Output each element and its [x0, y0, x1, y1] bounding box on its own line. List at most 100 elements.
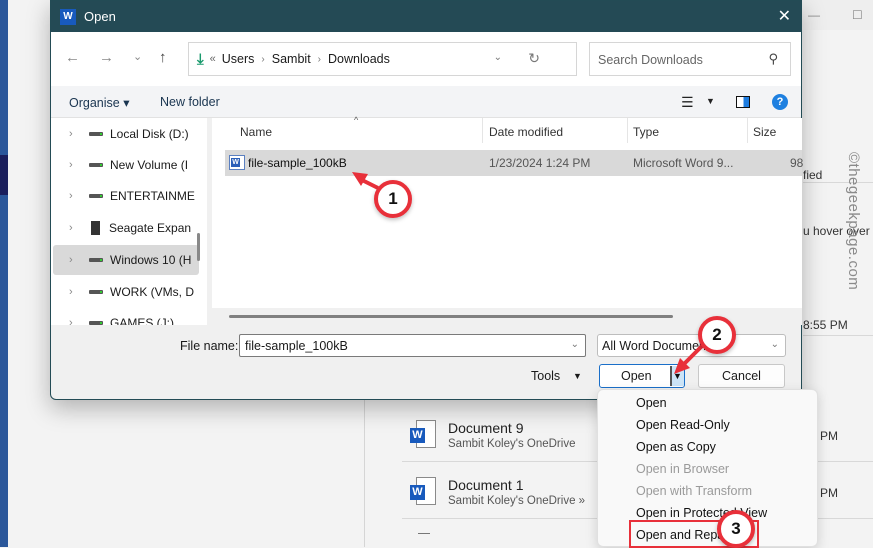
- up-arrow-icon[interactable]: ↑: [159, 49, 167, 66]
- open-button-label: Open: [621, 369, 652, 383]
- word-doc-icon: W: [410, 420, 436, 450]
- word-icon: W: [60, 8, 76, 25]
- organise-menu[interactable]: Organise ▾: [69, 95, 129, 110]
- column-separator[interactable]: [627, 118, 628, 143]
- address-bar[interactable]: ⤓ « Users › Sambit › Downloads ⌄ ↻: [188, 42, 577, 76]
- bg-partial-text: PM: [820, 429, 838, 443]
- navigation-tree: › Local Disk (D:) › New Volume (I › ENTE…: [51, 118, 207, 325]
- back-arrow-icon[interactable]: ←: [65, 49, 80, 66]
- tree-item[interactable]: › GAMES (J:): [53, 308, 199, 325]
- chevron-down-icon[interactable]: ⌄: [571, 339, 579, 350]
- view-options-icon[interactable]: ☰: [681, 94, 694, 111]
- chevron-right-icon: ›: [261, 53, 265, 65]
- open-dropdown-toggle[interactable]: ▼: [670, 366, 684, 386]
- tree-item-label: Local Disk (D:): [110, 127, 189, 141]
- dialog-title: Open: [84, 9, 116, 24]
- overflow-crumb[interactable]: «: [210, 53, 216, 65]
- tree-item[interactable]: › WORK (VMs, D: [53, 277, 199, 307]
- file-name-input[interactable]: file-sample_100kB ⌄: [239, 334, 586, 357]
- expand-chevron-icon[interactable]: ›: [69, 286, 89, 298]
- recent-locations-icon[interactable]: ⌄: [133, 50, 142, 63]
- annotation-step-3: 3: [717, 510, 755, 548]
- breadcrumb-downloads[interactable]: Downloads: [328, 52, 390, 66]
- file-list: ^ Name Date modified Type Size W file-sa…: [212, 115, 804, 325]
- minimize-icon[interactable]: —: [808, 8, 820, 22]
- file-size: 98: [790, 156, 804, 170]
- file-row-selected[interactable]: W file-sample_100kB 1/23/2024 1:24 PM Mi…: [225, 150, 804, 176]
- open-dialog: W Open ✕ ← → ⌄ ↑ ⤓ « Users › Sambit › Do…: [50, 0, 804, 400]
- tree-item-selected[interactable]: › Windows 10 (H: [53, 245, 199, 275]
- chevron-down-icon[interactable]: ⌄: [771, 339, 779, 350]
- divider: [803, 182, 873, 183]
- refresh-icon[interactable]: ↻: [528, 50, 540, 67]
- tree-item[interactable]: › Local Disk (D:): [53, 119, 199, 149]
- new-folder-button[interactable]: New folder: [160, 95, 220, 109]
- sort-ascending-icon: ^: [354, 115, 359, 125]
- tree-item[interactable]: › Seagate Expan: [53, 213, 199, 243]
- expand-chevron-icon[interactable]: ›: [69, 254, 89, 266]
- preview-pane-icon[interactable]: [736, 96, 750, 108]
- breadcrumb-users[interactable]: Users: [222, 52, 255, 66]
- tree-item[interactable]: › New Volume (I: [53, 150, 199, 180]
- tree-item[interactable]: › ENTERTAINME: [53, 181, 199, 211]
- tree-scrollbar[interactable]: [197, 233, 200, 261]
- divider: [803, 335, 873, 336]
- column-separator[interactable]: [482, 118, 483, 143]
- open-options-menu: Open Open Read-Only Open as Copy Open in…: [597, 389, 818, 548]
- sidebar-pattern: [0, 155, 8, 195]
- file-type: Microsoft Word 9...: [633, 156, 734, 170]
- cancel-button[interactable]: Cancel: [698, 364, 785, 388]
- menu-item-open-with-transform: Open with Transform: [636, 484, 753, 498]
- maximize-icon[interactable]: ☐: [852, 8, 863, 22]
- dialog-titlebar[interactable]: W Open ✕: [51, 1, 801, 32]
- tree-item-label: Windows 10 (H: [110, 253, 192, 267]
- scrollbar-thumb[interactable]: [229, 315, 673, 318]
- file-name: file-sample_100kB: [248, 156, 347, 170]
- column-separator[interactable]: [747, 118, 748, 143]
- column-header-size[interactable]: Size: [753, 125, 776, 139]
- column-header-date[interactable]: Date modified: [489, 125, 563, 139]
- annotation-step-2: 2: [698, 316, 736, 354]
- expand-chevron-icon[interactable]: ›: [69, 317, 89, 325]
- tools-menu[interactable]: Tools: [531, 369, 560, 383]
- bg-partial-text: fied: [803, 168, 823, 182]
- recent-doc-item[interactable]: W Document 1 Sambit Koley's OneDrive »: [410, 477, 585, 507]
- tree-item-label: GAMES (J:): [110, 316, 175, 325]
- doc-title: Document 1: [448, 477, 524, 493]
- file-type-select[interactable]: All Word Documents ⌄: [597, 334, 786, 357]
- chevron-right-icon: ›: [317, 53, 322, 65]
- expand-chevron-icon[interactable]: ›: [69, 190, 89, 202]
- expand-chevron-icon[interactable]: ›: [69, 159, 89, 171]
- caret-down-icon[interactable]: ▼: [573, 371, 582, 381]
- column-header-type[interactable]: Type: [633, 125, 659, 139]
- open-button[interactable]: Open ▼: [599, 364, 685, 388]
- menu-item-open-as-copy[interactable]: Open as Copy: [636, 440, 716, 454]
- tree-item-label: WORK (VMs, D: [110, 285, 194, 299]
- navigation-bar: ← → ⌄ ↑ ⤓ « Users › Sambit › Downloads ⌄…: [51, 32, 801, 86]
- expand-chevron-icon[interactable]: ›: [69, 222, 89, 234]
- search-icon[interactable]: ⚲: [768, 51, 778, 67]
- menu-item-open-in-browser: Open in Browser: [636, 462, 730, 476]
- annotation-step-1: 1: [374, 180, 412, 218]
- help-icon[interactable]: ?: [772, 94, 788, 110]
- doc-location: Sambit Koley's OneDrive: [448, 438, 576, 450]
- expand-chevron-icon[interactable]: ›: [69, 128, 89, 140]
- doc-title: Document 9: [448, 420, 524, 436]
- close-icon[interactable]: ✕: [778, 6, 791, 26]
- word-sidebar: [0, 0, 8, 547]
- tree-item-label: ENTERTAINME: [110, 189, 195, 203]
- chevron-down-icon[interactable]: ⌄: [494, 52, 502, 63]
- bg-partial-text: 8:55 PM: [803, 318, 848, 332]
- recent-doc-item[interactable]: W Document 9 Sambit Koley's OneDrive: [410, 420, 575, 450]
- watermark: ©thegeekpage.com: [845, 152, 862, 291]
- search-input[interactable]: Search Downloads ⚲: [589, 42, 791, 76]
- caret-down-icon[interactable]: ▼: [706, 96, 715, 106]
- downloads-icon: ⤓: [197, 50, 204, 68]
- menu-item-open[interactable]: Open: [636, 396, 667, 410]
- doc-location: Sambit Koley's OneDrive »: [448, 495, 586, 507]
- forward-arrow-icon[interactable]: →: [99, 49, 114, 66]
- divider: [418, 533, 430, 534]
- column-header-name[interactable]: Name: [240, 125, 272, 139]
- menu-item-open-read-only[interactable]: Open Read-Only: [636, 418, 730, 432]
- breadcrumb-sambit[interactable]: Sambit: [272, 52, 311, 66]
